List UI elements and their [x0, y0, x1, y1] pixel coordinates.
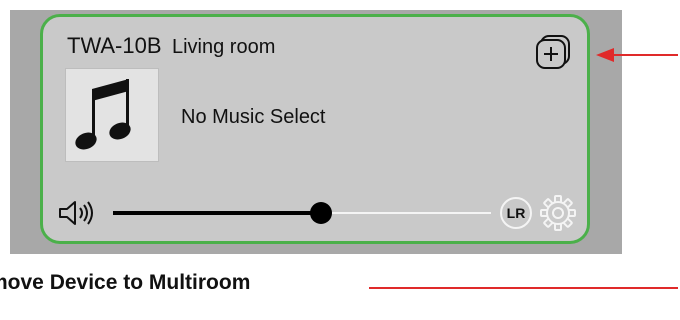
volume-fill [113, 211, 321, 215]
pointer-arrow-line [612, 54, 678, 56]
music-note-icon [75, 79, 131, 150]
volume-track-rest [320, 212, 491, 214]
speaker-icon[interactable] [57, 199, 101, 227]
album-art[interactable] [65, 68, 159, 162]
channel-lr-button[interactable]: LR [500, 197, 532, 229]
device-model: TWA-10B [67, 33, 162, 58]
annotation-caption: move Device to Multiroom [0, 271, 251, 294]
volume-slider[interactable] [113, 202, 491, 224]
add-to-group-icon[interactable] [533, 33, 573, 71]
caption-pointer-line [369, 287, 678, 289]
gear-icon[interactable] [539, 194, 577, 232]
song-title: No Music Select [181, 106, 326, 128]
device-title: TWA-10B Living room [67, 33, 275, 59]
volume-handle[interactable] [309, 202, 332, 224]
device-room: Living room [171, 36, 276, 58]
device-card[interactable]: TWA-10B Living room No Music Select LR [40, 14, 590, 244]
pointer-arrow-head [596, 48, 614, 62]
